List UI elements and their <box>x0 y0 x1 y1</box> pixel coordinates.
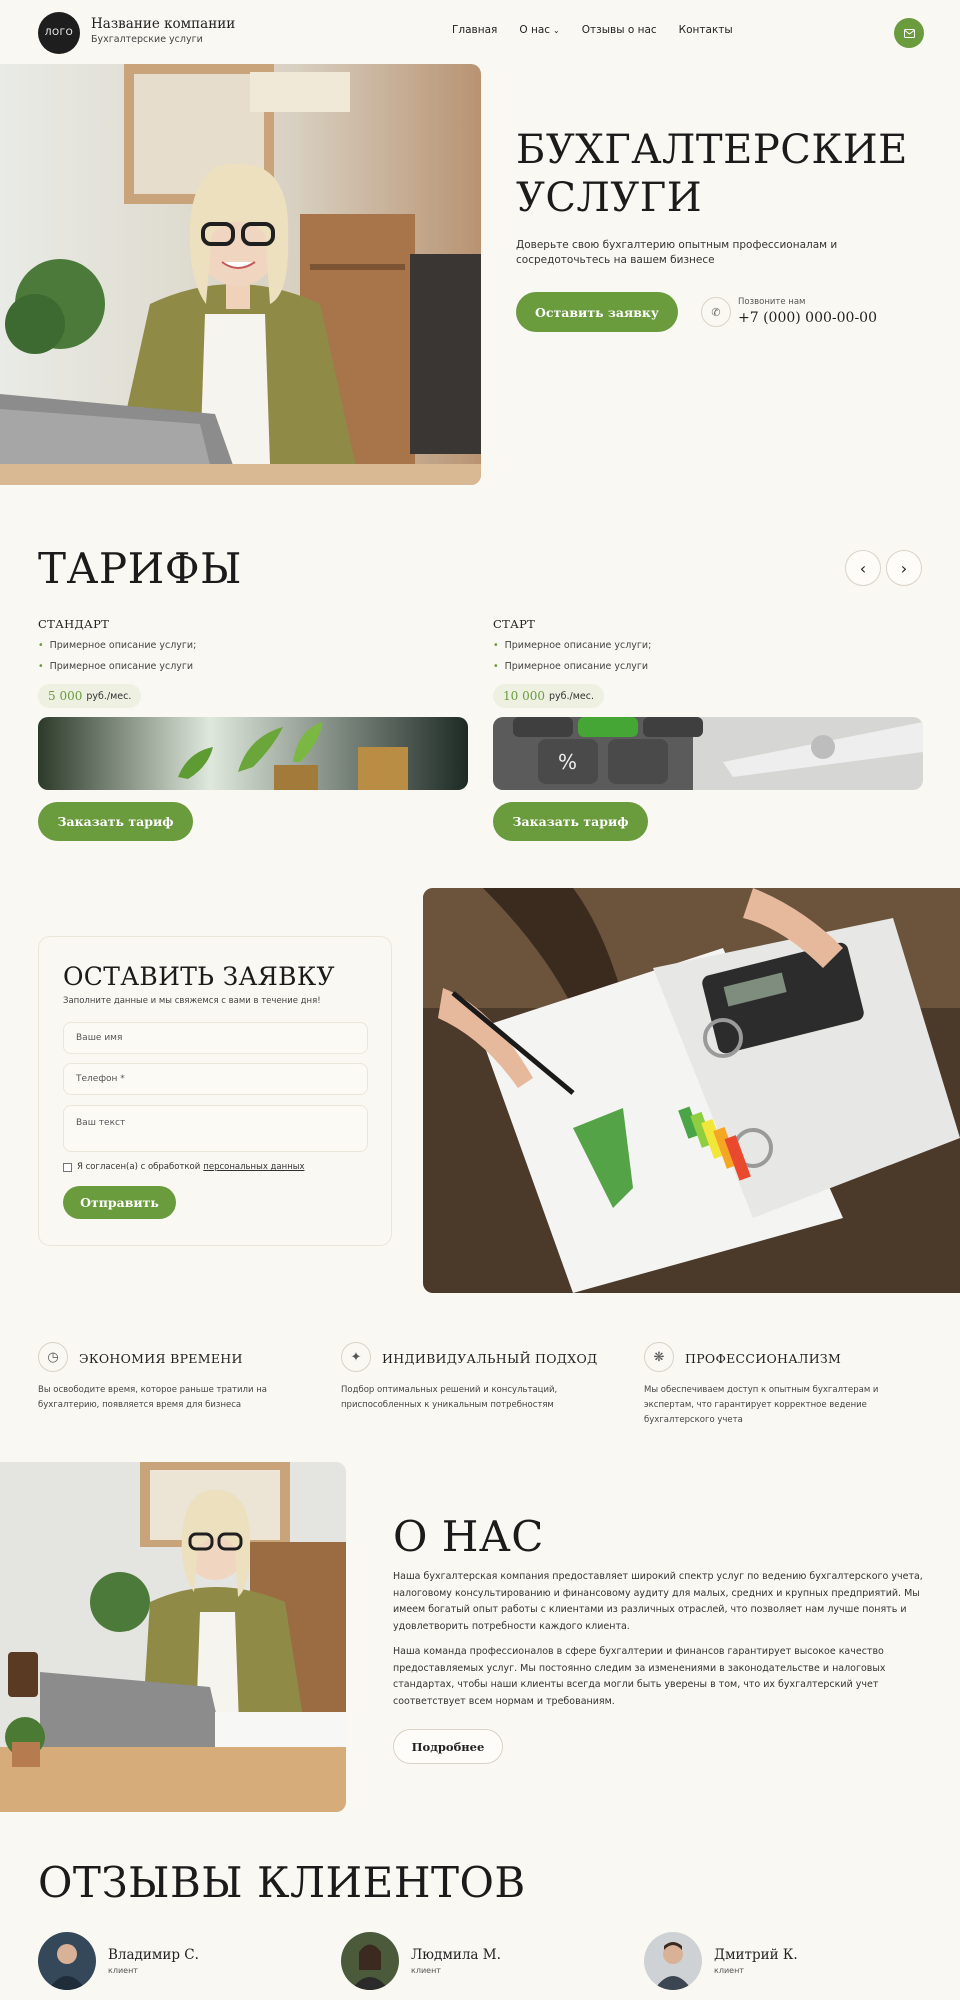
clock-icon: ◷ <box>38 1342 68 1372</box>
chevron-left-icon: ‹ <box>859 558 867 578</box>
tariff-name: СТАНДАРТ <box>38 617 110 631</box>
feature-text: Вы освободите время, которое раньше трат… <box>38 1385 267 1410</box>
reviewer-name: Людмила М. <box>411 1947 501 1963</box>
hero-title-line1: БУХГАЛТЕРСКИЕ <box>516 127 908 173</box>
order-tariff-button[interactable]: Заказать тариф <box>38 802 193 841</box>
tariff-start-image: % <box>493 717 923 790</box>
tariff-feature: Примерное описание услуги; <box>493 640 652 651</box>
tariff-price-unit: руб./мес. <box>86 690 132 702</box>
main-nav: Главная О нас ⌄ Отзывы о нас Контакты <box>452 24 755 36</box>
reviewer-role: клиент <box>411 1966 441 1975</box>
about-title: О НАС <box>393 1512 544 1561</box>
phone-label: Позвоните нам <box>738 297 806 307</box>
nav-item-about[interactable]: О нас ⌄ <box>519 24 559 36</box>
hero-description: Доверьте свою бухгалтерию опытным профес… <box>516 239 838 266</box>
about-paragraph: Наша бухгалтерская компания предоставляе… <box>393 1571 923 1632</box>
feature-title: ПРОФЕССИОНАЛИЗМ <box>685 1351 842 1366</box>
message-textarea[interactable]: Ваш текст <box>63 1105 368 1152</box>
feature-title: ИНДИВИДУАЛЬНЫЙ ПОДХОД <box>382 1351 598 1366</box>
avatar <box>38 1932 96 1990</box>
consent-label: Я согласен(а) с обработкой <box>77 1162 201 1172</box>
tariff-price: 10 000 руб./мес. <box>493 684 604 708</box>
nav-item-reviews[interactable]: Отзывы о нас <box>582 24 657 36</box>
form-subtitle: Заполните данные и мы свяжемся с вами в … <box>63 996 321 1006</box>
hero-title-line2: УСЛУГИ <box>516 175 703 221</box>
consent-checkbox-row[interactable]: Я согласен(а) с обработкой персональных … <box>63 1162 305 1172</box>
about-photo <box>0 1462 346 1812</box>
svg-text:%: % <box>558 750 577 774</box>
privacy-link[interactable]: персональных данных <box>203 1162 304 1172</box>
submit-button[interactable]: Отправить <box>63 1186 176 1219</box>
name-input[interactable]: Ваше имя <box>63 1022 368 1054</box>
request-button[interactable]: Оставить заявку <box>516 292 678 332</box>
tariff-price-unit: руб./мес. <box>549 690 594 702</box>
nav-item-about-label: О нас <box>519 24 551 36</box>
more-button[interactable]: Подробнее <box>393 1729 503 1764</box>
mail-icon <box>903 28 915 38</box>
tariff-feature: Примерное описание услуги <box>493 661 648 672</box>
about-paragraph: Наша команда профессионалов в сфере бухг… <box>393 1646 886 1707</box>
phone-icon: ✆ <box>701 297 731 327</box>
order-tariff-button[interactable]: Заказать тариф <box>493 802 648 841</box>
reviewer-role: клиент <box>714 1966 744 1975</box>
feature-text: Подбор оптимальных решений и консультаци… <box>341 1385 558 1410</box>
phone-number[interactable]: +7 (000) 000-00-00 <box>738 310 877 326</box>
tariff-price-value: 5 000 <box>48 689 83 703</box>
company-name: Название компании <box>91 16 236 32</box>
tariff-feature: Примерное описание услуги <box>38 661 193 672</box>
feature-text: Мы обеспечиваем доступ к опытным бухгалт… <box>644 1385 879 1425</box>
team-icon: ❋ <box>644 1342 674 1372</box>
reviews-title: ОТЗЫВЫ КЛИЕНТОВ <box>38 1858 526 1907</box>
reviewer-name: Владимир С. <box>108 1947 199 1963</box>
logo[interactable]: ЛОГО <box>38 12 80 54</box>
nav-item-contacts[interactable]: Контакты <box>679 24 733 36</box>
nav-item-home[interactable]: Главная <box>452 24 497 36</box>
prev-arrow-button[interactable]: ‹ <box>845 550 881 586</box>
hero-photo <box>0 64 481 485</box>
handshake-icon: ✦ <box>341 1342 371 1372</box>
hero-title: БУХГАЛТЕРСКИЕ УСЛУГИ <box>516 126 936 222</box>
company-subtitle: Бухгалтерские услуги <box>91 34 203 45</box>
next-arrow-button[interactable]: › <box>886 550 922 586</box>
accounting-photo <box>423 888 960 1293</box>
chevron-down-icon: ⌄ <box>553 26 560 35</box>
tariffs-title: ТАРИФЫ <box>38 544 242 593</box>
mail-button[interactable] <box>894 18 924 48</box>
reviewer-name: Дмитрий К. <box>714 1947 798 1963</box>
avatar <box>644 1932 702 1990</box>
form-title: ОСТАВИТЬ ЗАЯВКУ <box>63 962 335 991</box>
tariff-standard-image <box>38 717 468 790</box>
tariff-feature: Примерное описание услуги; <box>38 640 197 651</box>
phone-input[interactable]: Телефон * <box>63 1063 368 1095</box>
chevron-right-icon: › <box>900 558 908 578</box>
avatar <box>341 1932 399 1990</box>
reviewer-role: клиент <box>108 1966 138 1975</box>
consent-checkbox[interactable] <box>63 1162 72 1172</box>
tariff-price: 5 000 руб./мес. <box>38 684 142 708</box>
tariff-name: СТАРТ <box>493 617 536 631</box>
tariff-price-value: 10 000 <box>503 689 545 703</box>
feature-title: ЭКОНОМИЯ ВРЕМЕНИ <box>79 1351 243 1366</box>
